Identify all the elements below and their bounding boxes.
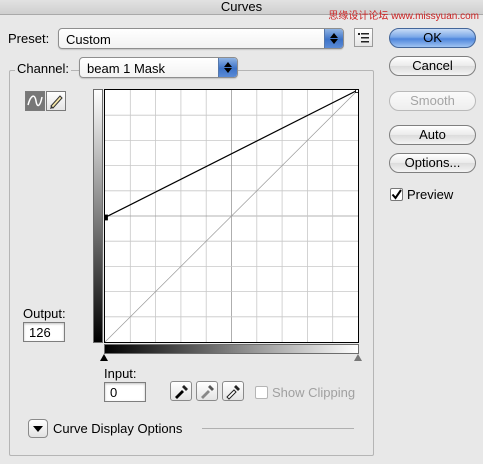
pencil-icon[interactable] [46, 91, 66, 111]
channel-label: Channel: [15, 61, 72, 76]
channel-value: beam 1 Mask [87, 61, 166, 76]
disclosure-triangle-icon[interactable] [28, 419, 48, 438]
curve-tool-icon[interactable] [25, 91, 45, 111]
separator-line [202, 428, 354, 429]
preset-select[interactable]: Custom [58, 28, 344, 49]
channel-select[interactable]: beam 1 Mask [79, 57, 238, 78]
preset-stepper-icon [324, 29, 343, 48]
ok-button[interactable]: OK [389, 28, 476, 48]
input-gradient-bar [104, 344, 359, 354]
curve-control-point[interactable] [104, 214, 108, 221]
show-clipping-checkbox[interactable] [255, 386, 268, 399]
output-gradient-bar [93, 89, 103, 343]
options-button[interactable]: Options... [389, 153, 476, 173]
title-bar: Curves 思缘设计论坛 www.missyuan.com [0, 0, 483, 22]
output-field[interactable]: 126 [23, 322, 65, 342]
auto-button[interactable]: Auto [389, 125, 476, 145]
preview-label: Preview [407, 187, 454, 202]
channel-stepper-icon [218, 58, 237, 77]
preset-value: Custom [66, 32, 111, 47]
gray-eyedropper-icon[interactable] [196, 381, 218, 401]
curve-control-point[interactable] [355, 89, 360, 93]
smooth-button[interactable]: Smooth [389, 91, 476, 111]
cancel-button[interactable]: Cancel [389, 56, 476, 76]
show-clipping-label: Show Clipping [272, 385, 356, 400]
watermark-text: 思缘设计论坛 www.missyuan.com [328, 11, 479, 22]
black-slider-handle[interactable] [100, 354, 108, 361]
white-slider-handle[interactable] [354, 354, 362, 361]
list-menu-icon[interactable] [354, 28, 373, 47]
white-eyedropper-icon[interactable] [222, 381, 244, 401]
black-eyedropper-icon[interactable] [170, 381, 192, 401]
curve-graph[interactable] [104, 89, 359, 343]
preset-label: Preset: [8, 31, 50, 46]
preview-checkbox[interactable] [390, 188, 403, 201]
input-field[interactable]: 0 [104, 382, 146, 402]
output-label: Output: [23, 306, 66, 321]
input-label: Input: [104, 366, 137, 381]
curve-display-options-label: Curve Display Options [53, 421, 183, 436]
